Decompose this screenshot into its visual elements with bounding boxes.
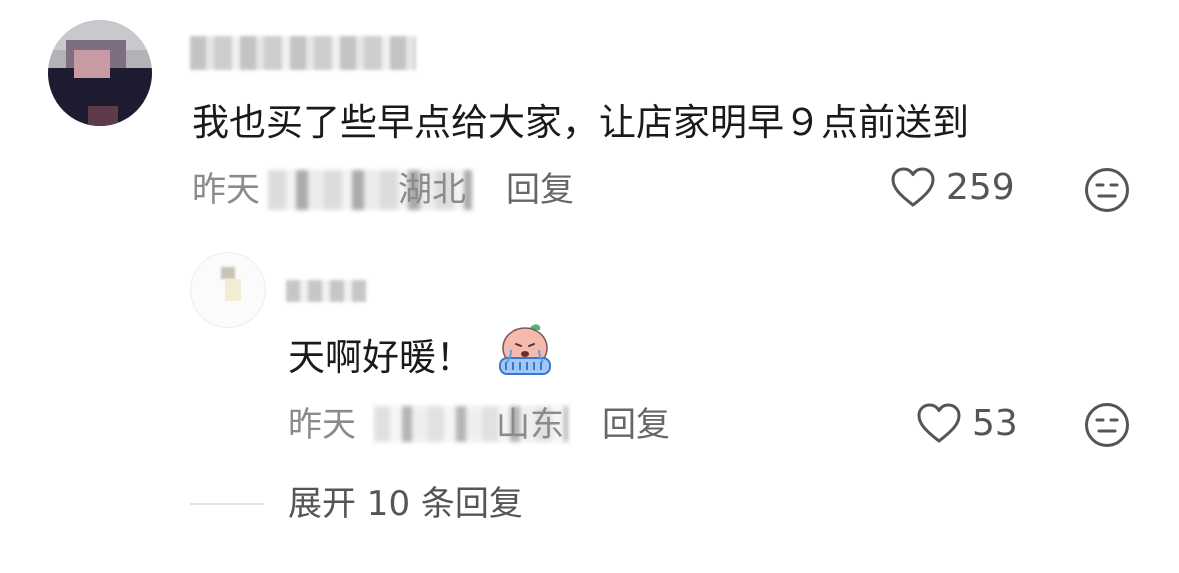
divider bbox=[190, 503, 264, 505]
reply-avatar[interactable] bbox=[190, 252, 266, 328]
comment-time: 昨天 bbox=[192, 170, 260, 210]
reply-like-button[interactable]: 53 bbox=[916, 402, 1018, 444]
reply-time: 昨天 bbox=[288, 405, 356, 445]
like-count: 259 bbox=[946, 166, 1015, 208]
heart-outline-icon bbox=[917, 403, 961, 443]
reply-username-redacted bbox=[286, 280, 366, 302]
reply-like-count: 53 bbox=[972, 402, 1018, 444]
reply-button[interactable]: 回复 bbox=[506, 167, 574, 213]
reply-reply-button[interactable]: 回复 bbox=[602, 402, 670, 448]
like-button[interactable]: 259 bbox=[890, 166, 1015, 208]
crying-sticker bbox=[499, 324, 551, 375]
reply-text: 天啊好暖！ bbox=[288, 336, 473, 379]
neutral-face-icon[interactable] bbox=[1084, 402, 1130, 448]
comment-text: 我也买了些早点给大家，让店家明早９点前送到 bbox=[192, 101, 969, 144]
avatar[interactable] bbox=[48, 20, 152, 126]
expand-replies-button[interactable]: 展开 10 条回复 bbox=[288, 481, 523, 527]
comment-location: 湖北 bbox=[398, 170, 466, 210]
username-redacted bbox=[190, 36, 416, 70]
heart-outline-icon bbox=[891, 167, 935, 207]
reply-location: 山东 bbox=[496, 405, 564, 445]
neutral-face-icon[interactable] bbox=[1084, 167, 1130, 213]
